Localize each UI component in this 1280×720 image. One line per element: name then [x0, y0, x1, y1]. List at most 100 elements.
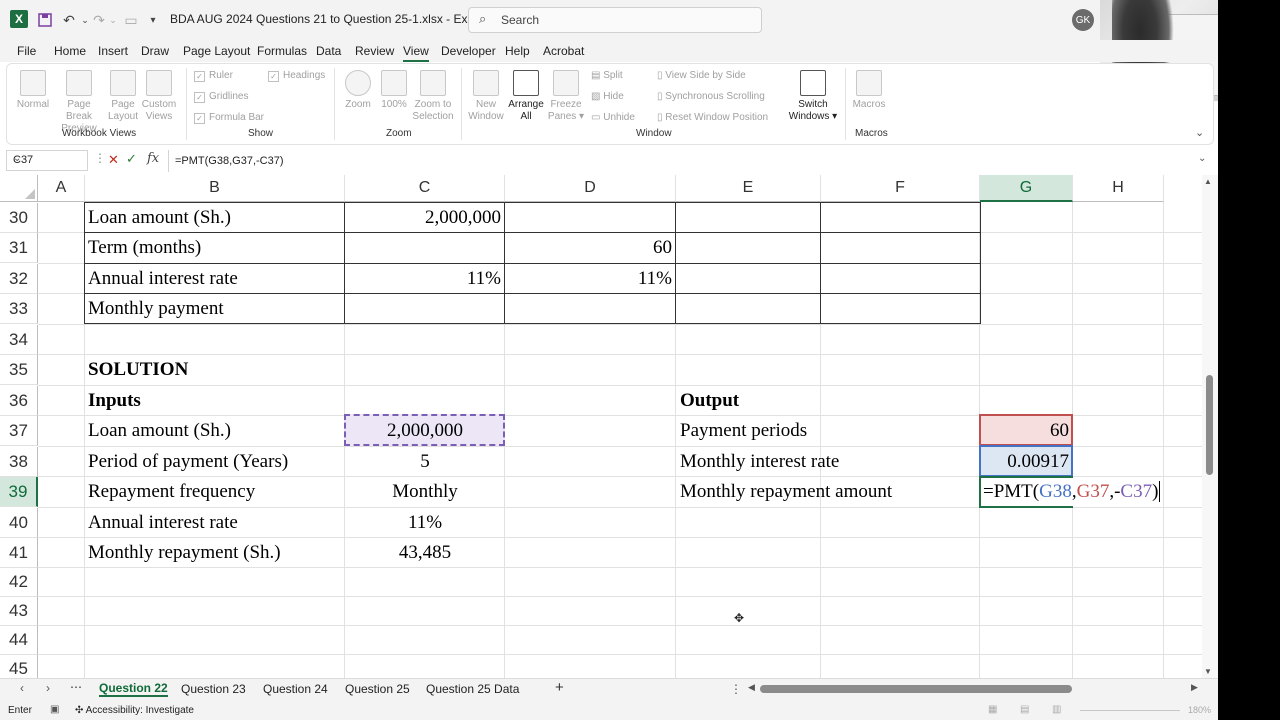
- menu-insert[interactable]: Insert: [98, 44, 128, 58]
- cell-c40[interactable]: 11%: [345, 508, 505, 538]
- page-break-status-icon[interactable]: ▥: [1052, 704, 1061, 715]
- menu-data[interactable]: Data: [316, 44, 341, 58]
- sheet-tab-question-22[interactable]: Question 22: [99, 681, 168, 697]
- row-header-42[interactable]: 42: [0, 568, 38, 597]
- menu-review[interactable]: Review: [355, 44, 394, 58]
- new-window-button[interactable]: New Window: [467, 70, 505, 123]
- name-box[interactable]: C37 ⌄: [6, 150, 88, 171]
- row-header-32[interactable]: 32: [0, 264, 38, 294]
- zoom-100-button[interactable]: 100%: [378, 70, 410, 111]
- cell-c41[interactable]: 43,485: [345, 538, 505, 568]
- row-header-43[interactable]: 43: [0, 597, 38, 626]
- cell-e38[interactable]: Monthly interest rate: [680, 447, 839, 477]
- row-header-40[interactable]: 40: [0, 508, 38, 538]
- formula-input[interactable]: [168, 150, 1217, 172]
- collapse-ribbon-icon[interactable]: ⌄: [1195, 126, 1204, 139]
- cell-c30[interactable]: 2,000,000: [345, 203, 501, 233]
- normal-view-button[interactable]: Normal: [16, 70, 50, 111]
- menu-file[interactable]: File: [17, 44, 36, 58]
- scroll-up-icon[interactable]: ▲: [1204, 177, 1212, 186]
- zoom-to-selection-button[interactable]: Zoom to Selection: [411, 70, 455, 123]
- row-header-30[interactable]: 30: [0, 203, 38, 233]
- menu-page-layout[interactable]: Page Layout: [183, 44, 250, 58]
- row-header-38[interactable]: 38: [0, 447, 38, 477]
- search-input[interactable]: ⌕ Search: [468, 7, 762, 33]
- cell-b33[interactable]: Monthly payment: [88, 294, 224, 324]
- gridlines-checkbox[interactable]: ✓ Gridlines: [194, 91, 248, 103]
- redo-dropdown-icon[interactable]: ⌄: [104, 11, 122, 29]
- column-header-f[interactable]: F: [821, 175, 980, 202]
- menu-formulas[interactable]: Formulas: [257, 44, 307, 58]
- insert-function-icon[interactable]: fx: [147, 151, 159, 166]
- cell-g39-editing[interactable]: =PMT(G38,G37,-C37): [983, 477, 1161, 507]
- sheet-tab-question-24[interactable]: Question 24: [263, 682, 328, 696]
- row-header-44[interactable]: 44: [0, 626, 38, 655]
- cell-b35[interactable]: SOLUTION: [88, 355, 188, 385]
- next-sheet-icon[interactable]: ›: [46, 681, 50, 695]
- ruler-checkbox[interactable]: ✓ Ruler: [194, 70, 233, 82]
- scroll-down-icon[interactable]: ▼: [1204, 667, 1212, 676]
- cell-c39[interactable]: Monthly: [345, 477, 505, 507]
- page-break-preview-button[interactable]: Page Break Preview: [53, 70, 105, 135]
- formula-bar-checkbox[interactable]: ✓ Formula Bar: [194, 112, 264, 124]
- custom-views-button[interactable]: Custom Views: [141, 70, 177, 123]
- name-box-dropdown-icon[interactable]: ⌄: [13, 153, 83, 164]
- cell-b32[interactable]: Annual interest rate: [88, 264, 238, 294]
- page-layout-view-button[interactable]: Page Layout: [106, 70, 140, 123]
- cell-b39[interactable]: Repayment frequency: [88, 477, 255, 507]
- tab-split-handle-icon[interactable]: ⋮: [730, 682, 742, 696]
- menu-developer[interactable]: Developer: [441, 44, 496, 58]
- row-header-45[interactable]: 45: [0, 655, 38, 678]
- freeze-panes-button[interactable]: Freeze Panes ▾: [547, 70, 585, 123]
- row-header-34[interactable]: 34: [0, 325, 38, 355]
- column-header-a[interactable]: A: [38, 175, 85, 202]
- cell-d32[interactable]: 11%: [505, 264, 672, 294]
- avatar[interactable]: GK: [1072, 9, 1094, 31]
- cancel-entry-icon[interactable]: ✕: [108, 152, 119, 168]
- vertical-scroll-thumb[interactable]: [1206, 375, 1213, 475]
- sheet-tab-question-23[interactable]: Question 23: [181, 682, 246, 696]
- column-header-d[interactable]: D: [505, 175, 676, 202]
- switch-windows-button[interactable]: Switch Windows ▾: [786, 70, 840, 123]
- row-header-31[interactable]: 31: [0, 233, 38, 263]
- horizontal-scroll-thumb[interactable]: [760, 685, 1072, 693]
- zoom-level[interactable]: 180%: [1188, 705, 1211, 715]
- prev-sheet-icon[interactable]: ‹: [20, 681, 24, 695]
- page-layout-status-icon[interactable]: ▤: [1020, 704, 1029, 715]
- spreadsheet-grid[interactable]: A B C D E F G H 30 31 32 33 34 35 36 37 …: [0, 175, 1202, 678]
- row-header-33[interactable]: 33: [0, 294, 38, 324]
- select-all-corner[interactable]: [0, 175, 38, 202]
- menu-home[interactable]: Home: [54, 44, 86, 58]
- split-button[interactable]: ▤ Split: [591, 70, 623, 81]
- cell-b40[interactable]: Annual interest rate: [88, 508, 238, 538]
- row-header-39[interactable]: 39: [0, 477, 38, 507]
- scroll-left-icon[interactable]: ◀: [748, 682, 755, 693]
- cell-b30[interactable]: Loan amount (Sh.): [88, 203, 231, 233]
- accessibility-status[interactable]: ✣ Accessibility: Investigate: [75, 705, 194, 716]
- menu-view[interactable]: View: [403, 44, 429, 62]
- hide-button[interactable]: ▧ Hide: [591, 91, 624, 102]
- row-header-41[interactable]: 41: [0, 538, 38, 568]
- normal-view-status-icon[interactable]: ▦: [988, 704, 997, 715]
- view-side-by-side-button[interactable]: ▯ View Side by Side: [657, 70, 746, 81]
- cell-b36[interactable]: Inputs: [88, 386, 141, 416]
- cell-g37[interactable]: 60: [980, 416, 1069, 446]
- cell-c37[interactable]: 2,000,000: [345, 416, 505, 446]
- zoom-button[interactable]: Zoom: [342, 70, 374, 111]
- macro-record-icon[interactable]: ▣: [50, 704, 59, 715]
- reset-window-position-button[interactable]: ▯ Reset Window Position: [657, 112, 768, 123]
- menu-draw[interactable]: Draw: [141, 44, 169, 58]
- add-sheet-icon[interactable]: +: [555, 679, 564, 696]
- cell-e36[interactable]: Output: [680, 386, 739, 416]
- column-header-c[interactable]: C: [345, 175, 505, 202]
- sheet-tab-question-25-data[interactable]: Question 25 Data: [426, 682, 519, 696]
- column-header-g[interactable]: G: [980, 175, 1073, 202]
- sheet-tab-question-25[interactable]: Question 25: [345, 682, 410, 696]
- scroll-right-icon[interactable]: ▶: [1191, 682, 1198, 693]
- cell-e37[interactable]: Payment periods: [680, 416, 807, 446]
- cell-d31[interactable]: 60: [505, 233, 672, 263]
- menu-acrobat[interactable]: Acrobat: [543, 44, 584, 58]
- cell-e39[interactable]: Monthly repayment amount: [680, 477, 892, 507]
- customize-toolbar-icon[interactable]: ▾: [144, 11, 162, 29]
- synchronous-scrolling-button[interactable]: ▯ Synchronous Scrolling: [657, 91, 765, 102]
